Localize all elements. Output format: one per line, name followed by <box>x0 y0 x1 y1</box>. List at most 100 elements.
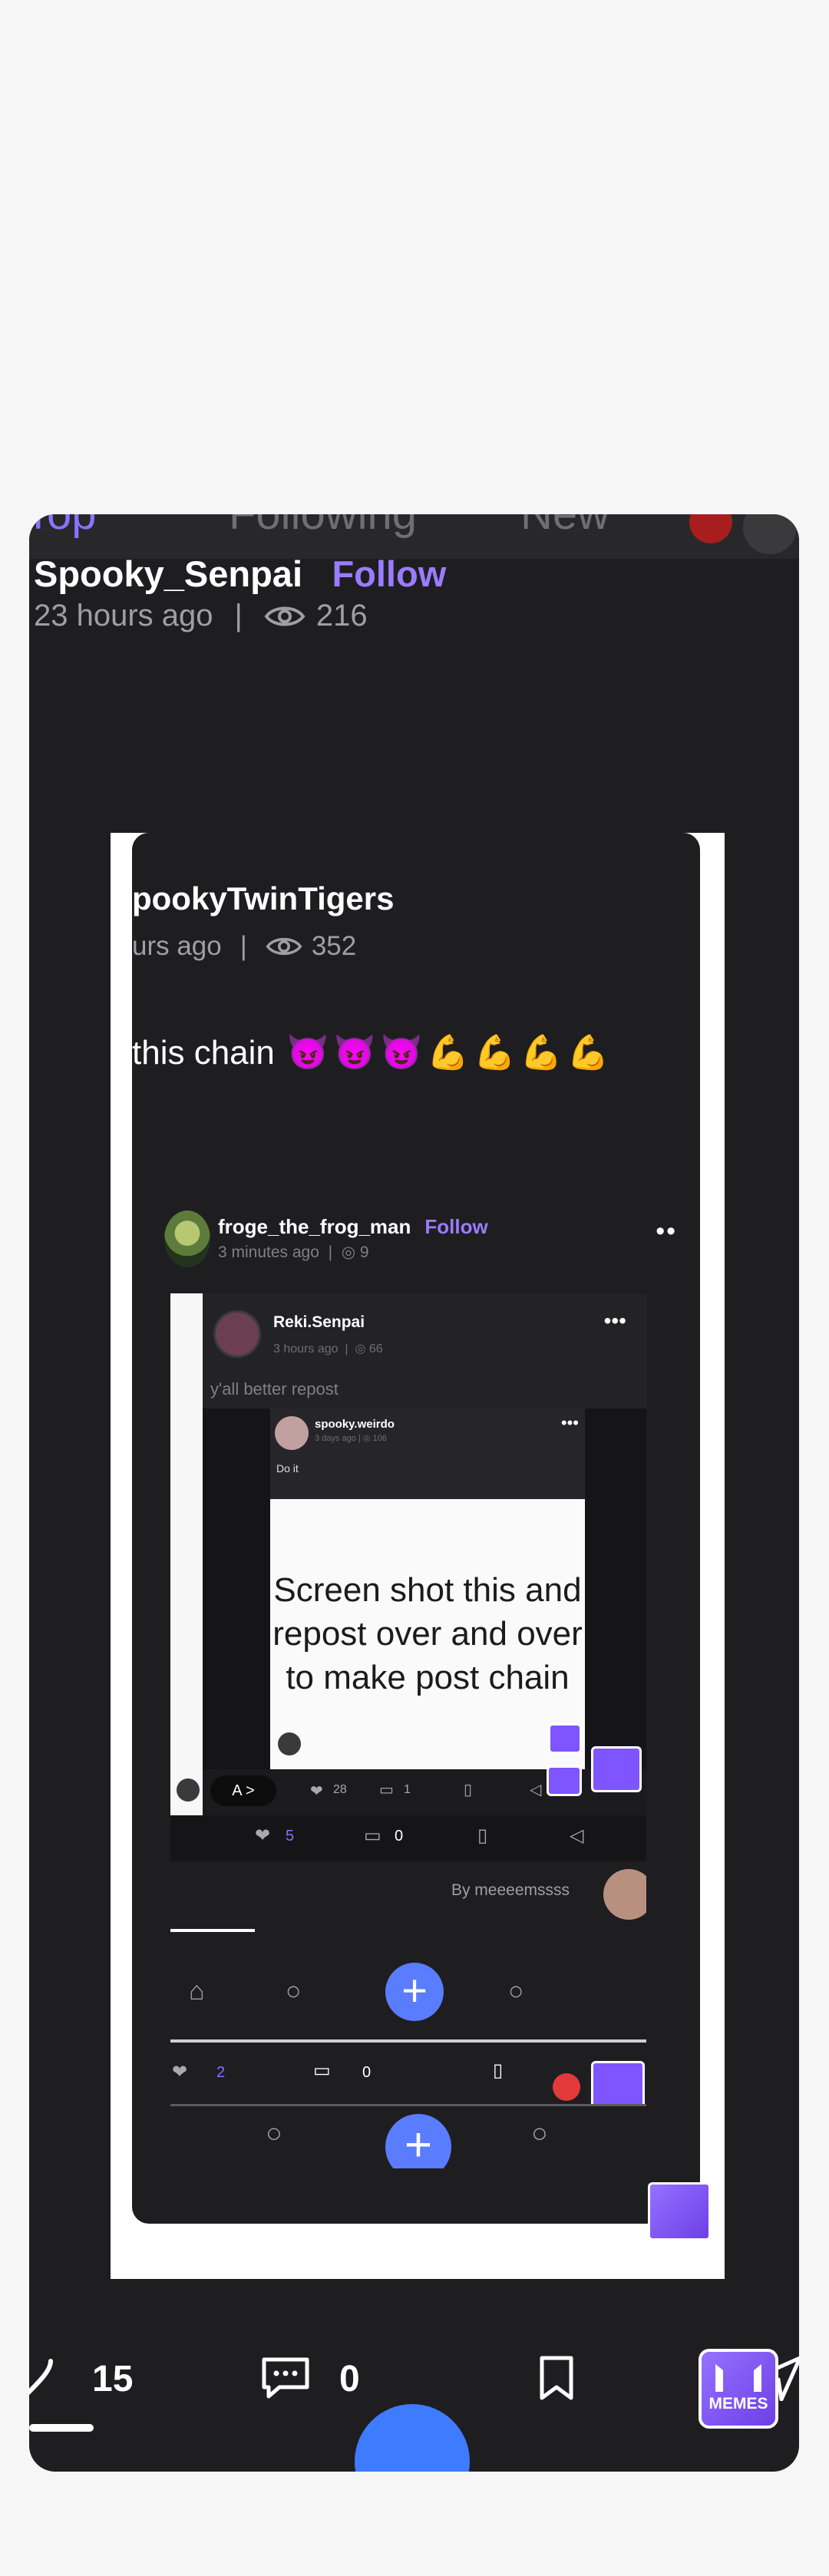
spooky-caption: Do it <box>276 1462 299 1475</box>
spooky-meta: 3 days ago | ◎ 106 <box>315 1434 387 1443</box>
search-icon: ○ <box>266 2117 282 2148</box>
create-post-icon: + <box>385 2114 451 2168</box>
heart-icon: ❤ <box>255 1825 271 1846</box>
tab-indicator <box>170 1929 255 1932</box>
frog-comments: 0 <box>362 2064 372 2081</box>
byline-text: By meeeemssss <box>451 1881 570 1899</box>
more-icon: ••• <box>560 1413 579 1432</box>
bookmark-icon: ▯ <box>493 2060 504 2081</box>
memes-logo-icon <box>591 2061 645 2110</box>
frog-post-header: froge_the_frog_man Follow 3 minutes ago |… <box>164 1209 677 1270</box>
notification-badge-icon[interactable] <box>689 514 732 543</box>
reki-actions-bar: ❤ 5 ▭ 0 ▯ ◁ <box>170 1815 646 1861</box>
reki-time: 3 hours ago <box>273 1342 339 1356</box>
post-card: Top Following New Spooky_Senpai Follow 2… <box>29 514 799 2472</box>
heart-icon: ❤ <box>310 1783 323 1800</box>
memes-logo-icon <box>648 2182 711 2241</box>
spooky-time: 3 days ago <box>315 1434 356 1443</box>
comment-icon: ▭ <box>364 1825 381 1846</box>
inner-likes: 28 <box>333 1783 347 1796</box>
reki-avatar <box>213 1310 261 1358</box>
screenshot-meta: urs ago | 352 <box>132 931 356 962</box>
profile-avatar[interactable] <box>743 514 797 554</box>
eye-icon <box>266 937 302 956</box>
frog-author-row: froge_the_frog_man Follow <box>218 1215 488 1239</box>
frog-author-name: froge_the_frog_man <box>218 1215 411 1238</box>
heart-icon[interactable] <box>29 2355 60 2398</box>
chat-icon: ○ <box>531 2117 548 2148</box>
bookmark-icon[interactable] <box>537 2355 576 2401</box>
comments-count: 0 <box>339 2359 360 2399</box>
frog-follow: Follow <box>424 1215 488 1238</box>
bookmark-icon: ▯ <box>477 1825 488 1846</box>
post-author-name[interactable]: Spooky_Senpai <box>34 553 302 594</box>
home-icon: ⌂ <box>189 1977 205 2006</box>
chain-meme-image: Screen shot this and repost over and ove… <box>270 1499 585 1769</box>
tab-indicator <box>29 2424 94 2432</box>
heart-icon: ❤ <box>172 2062 188 2082</box>
notification-dot <box>553 2073 580 2101</box>
logo-icon <box>278 1732 301 1755</box>
share-icon: ◁ <box>570 1825 584 1846</box>
nested-screenshot: Reki.Senpai 3 hours ago | ◎ 66 ••• y'all… <box>170 1293 646 2168</box>
share-icon: ◁ <box>530 1782 542 1798</box>
reki-post-header: Reki.Senpai 3 hours ago | ◎ 66 ••• y'all… <box>203 1293 646 1409</box>
spooky-views: 106 <box>372 1434 387 1443</box>
comment-icon: ▭ <box>313 2060 331 2081</box>
spooky-avatar <box>275 1416 309 1450</box>
comment-icon[interactable] <box>259 2355 312 2401</box>
reki-comments: 0 <box>395 1828 404 1844</box>
caption-emoji: 😈😈😈💪💪💪💪 <box>286 1034 614 1072</box>
bookmark-icon: ▯ <box>464 1782 473 1798</box>
post-time: 23 hours ago <box>34 599 213 632</box>
post-meta: 23 hours ago | 216 <box>34 599 368 633</box>
screenshot-author-name: pookyTwinTigers <box>132 880 395 916</box>
post-image[interactable]: pookyTwinTigers urs ago | 352 this chain… <box>111 833 725 2279</box>
frog-avatar <box>164 1210 210 1267</box>
profile-pill: A > <box>210 1775 276 1806</box>
chat-icon: ○ <box>508 1977 524 2006</box>
search-icon: ○ <box>286 1977 302 2006</box>
meta-separator: | <box>234 599 243 632</box>
more-icon: ••• <box>603 1309 626 1333</box>
comment-icon: ▭ <box>379 1782 394 1798</box>
inner-tab-bar: ⌂ ○ + ○ <box>170 1924 646 2039</box>
chain-meme-text: Screen shot this and repost over and ove… <box>272 1571 583 1696</box>
reki-likes: 5 <box>286 1828 295 1844</box>
byline-avatar <box>603 1869 646 1920</box>
tab-top[interactable]: Top <box>29 514 97 540</box>
screenshot-post: pookyTwinTigers urs ago | 352 this chain… <box>132 833 700 2224</box>
more-icon: •• <box>656 1217 677 1246</box>
byline: By meeeemssss <box>170 1861 646 1924</box>
memes-logo-icon <box>548 1723 582 1754</box>
inner-comments: 1 <box>404 1783 411 1796</box>
frog-views: 9 <box>359 1243 369 1261</box>
reki-caption: y'all better repost <box>210 1379 339 1399</box>
tab-following[interactable]: Following <box>229 514 417 540</box>
spooky-post: spooky.weirdo 3 days ago | ◎ 106 ••• Do … <box>270 1409 585 1769</box>
eye-icon <box>264 606 306 626</box>
memes-logo: MEMES <box>699 2349 778 2429</box>
screenshot-time: urs ago <box>132 931 222 961</box>
reki-meta: 3 hours ago | ◎ 66 <box>273 1342 383 1356</box>
likes-count: 15 <box>92 2359 134 2399</box>
memes-logo-icon <box>591 1746 642 1792</box>
reki-views: 66 <box>368 1342 383 1356</box>
screenshot-caption-text: this chain <box>132 1034 275 1072</box>
outer-tab-bar: ○ + ○ <box>170 2104 646 2168</box>
post-author-row: Spooky_Senpai Follow <box>34 553 446 595</box>
user-icon <box>177 1778 200 1802</box>
screenshot-views: 352 <box>311 931 357 961</box>
post-views: 216 <box>315 599 368 632</box>
frog-time: 3 minutes ago <box>218 1243 319 1261</box>
frog-meta: 3 minutes ago | ◎ 9 <box>218 1243 369 1261</box>
memes-logo-icon <box>547 1765 582 1796</box>
follow-button[interactable]: Follow <box>332 553 446 594</box>
spooky-author-name: spooky.weirdo <box>315 1418 395 1431</box>
tab-new[interactable]: New <box>520 514 609 540</box>
screenshot-caption: this chain 😈😈😈💪💪💪💪 <box>132 1032 613 1072</box>
frog-likes: 2 <box>216 2064 226 2081</box>
screenshot-separator: | <box>239 931 247 961</box>
create-post-icon: + <box>385 1963 444 2021</box>
reki-author-name: Reki.Senpai <box>273 1313 365 1331</box>
